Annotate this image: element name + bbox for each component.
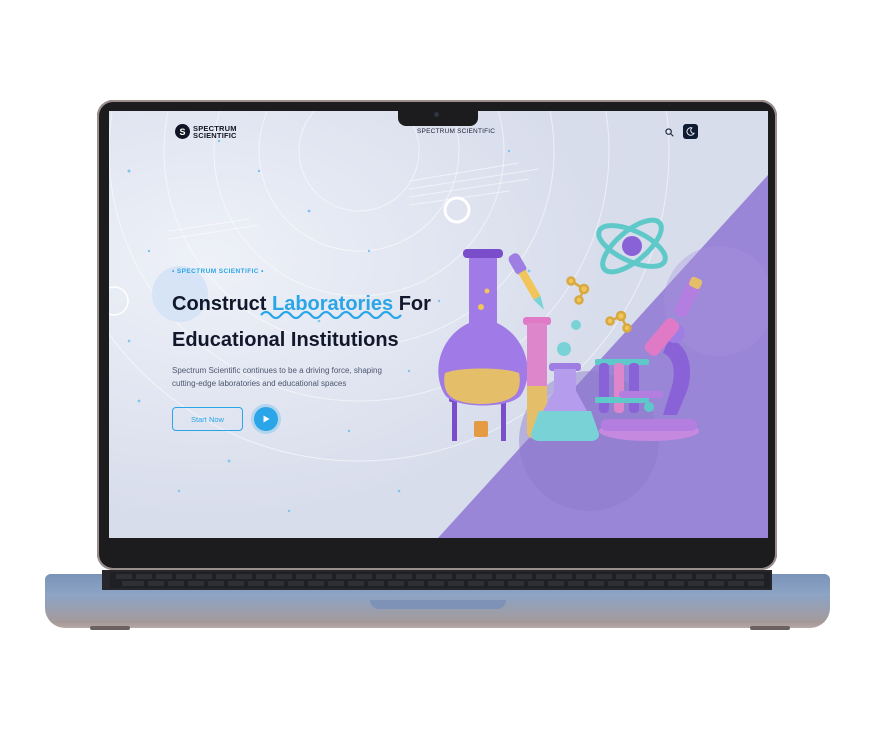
theme-toggle-button[interactable] [683,124,698,139]
search-icon[interactable] [665,128,674,137]
play-icon [263,415,270,423]
logo-text-line2: SCIENTIFIC [193,130,237,140]
camera-notch [398,108,478,126]
start-now-button[interactable]: Start Now [172,407,243,431]
laptop-mockup: S SPECTRUM SCIENTIFIC SPECTRUM SCIENTIFI… [0,0,889,750]
play-video-button[interactable] [254,407,278,431]
headline-line2: Educational Institutions [172,329,399,351]
headline-squiggle [260,310,402,320]
headline-part1: Construct [172,293,272,315]
hero-headline: Construct Laboratories For Educational I… [172,286,431,358]
laptop-foot [90,626,130,630]
logo-icon: S [175,124,190,139]
hero-eyebrow: • SPECTRUM SCIENTIFIC • [172,268,264,275]
microscope [599,276,703,441]
laptop-screen: S SPECTRUM SCIENTIFIC SPECTRUM SCIENTIFI… [109,111,768,538]
hero-description: Spectrum Scientific continues to be a dr… [172,366,382,388]
moon-icon [686,127,695,136]
round-flask [438,249,528,441]
keyboard [110,572,770,588]
laptop-opening-lip [370,600,506,609]
laptop-foot [750,626,790,630]
atom-model [596,217,668,275]
camera-icon [434,112,439,117]
brand-logo[interactable]: S SPECTRUM SCIENTIFIC [175,124,237,139]
nav-title: SPECTRUM SCIENTIFIC [417,128,496,135]
test-tube-rack [595,359,649,413]
dropper [508,253,544,310]
